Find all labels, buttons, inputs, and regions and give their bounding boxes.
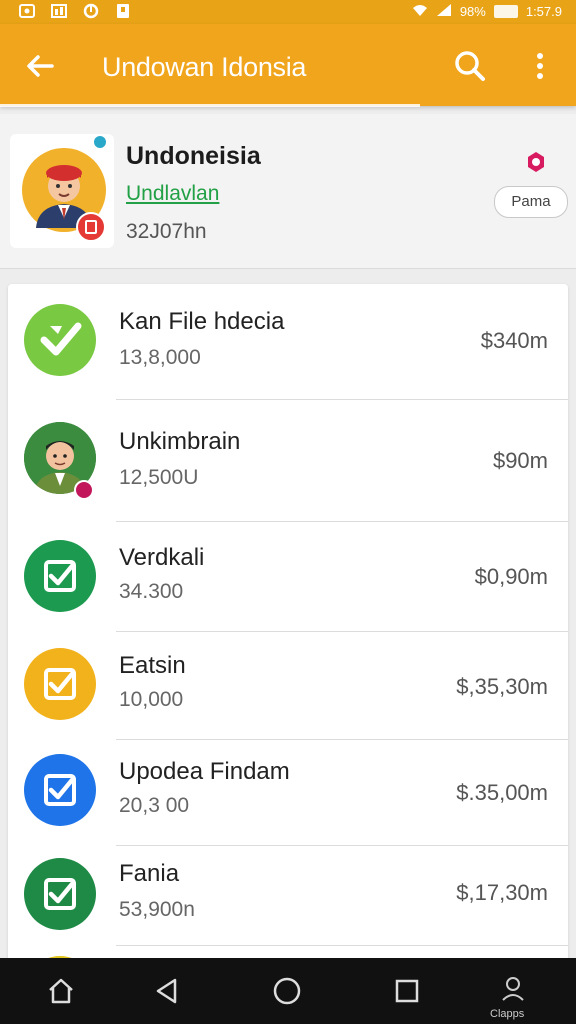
app-bar: Undowan Idonsia	[0, 24, 576, 106]
battery-icon	[493, 5, 518, 18]
profile-avatar-frame	[10, 134, 114, 248]
search-icon[interactable]	[452, 48, 488, 84]
recents-square-icon[interactable]	[392, 976, 422, 1006]
list-item-name: Verdkali	[119, 544, 205, 571]
list-item-amount: $90m	[492, 448, 548, 473]
notification-icon	[18, 3, 36, 19]
profile-stat: 32J07hn	[126, 220, 207, 243]
list-item[interactable]: Verdkali 34.300 $0,90m	[8, 522, 568, 632]
checkbox-icon	[24, 648, 96, 720]
home-icon[interactable]	[46, 976, 76, 1006]
signal-icon	[436, 3, 452, 20]
checkbox-icon	[24, 754, 96, 826]
more-vert-icon[interactable]	[526, 48, 554, 84]
list-item-name: Fania	[119, 860, 180, 887]
image-icon	[50, 3, 68, 19]
profile-name: Undoneisia	[126, 142, 261, 170]
profile-action-button[interactable]: Pama	[494, 186, 568, 218]
nav-profile-label: Clapps	[490, 1008, 525, 1020]
profile-subtitle-link[interactable]: Undlavlan	[126, 182, 219, 206]
list-item-name: Upodea Findam	[119, 758, 290, 785]
list-item-count: 20,3 00	[119, 794, 190, 817]
list-item[interactable]: Eatsin 10,000 $,35,30m	[8, 632, 568, 740]
list-item-count: 12,500U	[119, 466, 199, 489]
person-icon[interactable]	[498, 974, 528, 1004]
wifi-icon	[412, 3, 428, 20]
list-item-amount: $.35,00m	[456, 780, 548, 805]
online-status-dot	[92, 134, 108, 150]
list-item[interactable]: Unkimbrain 12,500U $90m	[8, 400, 568, 522]
clock: 1:57.9	[525, 4, 562, 19]
record-badge-icon[interactable]	[524, 150, 548, 174]
profile-card[interactable]: Undoneisia Undlavlan 32J07hn Pama	[0, 114, 576, 269]
app-title: Undowan Idonsia	[102, 52, 307, 82]
list-item-amount: $,35,30m	[456, 674, 548, 699]
triangle-back-icon[interactable]	[152, 976, 182, 1006]
loading-progress-bar	[0, 104, 420, 107]
list-item-name: Eatsin	[119, 652, 186, 679]
avatar-badge-icon	[76, 212, 106, 242]
list-item-count: 34.300	[119, 580, 184, 603]
clipboard-icon	[114, 3, 132, 19]
list-item-name: Unkimbrain	[119, 428, 241, 455]
arrow-left-icon[interactable]	[22, 48, 58, 84]
list-item-count: 10,000	[119, 688, 184, 711]
battery-text: 98%	[459, 4, 486, 19]
item-list: Kan File hdecia 13,8,000 $340m Unkimbrai…	[8, 284, 568, 974]
list-item[interactable]: Upodea Findam 20,3 00 $.35,00m	[8, 740, 568, 846]
list-item-count: 13,8,000	[119, 346, 201, 369]
checkbox-icon	[24, 858, 96, 930]
home-circle-icon[interactable]	[272, 976, 302, 1006]
status-badge	[74, 480, 94, 500]
list-item-amount: $0,90m	[474, 564, 548, 589]
list-item-name: Kan File hdecia	[119, 308, 285, 335]
list-item-count: 53,900n	[119, 898, 195, 921]
checkbox-icon	[24, 540, 96, 612]
list-item[interactable]: Fania 53,900n $,17,30m	[8, 846, 568, 946]
list-item[interactable]: Kan File hdecia 13,8,000 $340m	[8, 284, 568, 400]
system-nav-bar: Clapps	[0, 958, 576, 1024]
status-bar: 98% 1:57.9	[0, 0, 576, 24]
leaf-check-icon	[24, 304, 96, 376]
sync-icon	[82, 3, 100, 19]
list-item-amount: $,17,30m	[456, 880, 548, 905]
list-item-amount: $340m	[480, 328, 548, 353]
